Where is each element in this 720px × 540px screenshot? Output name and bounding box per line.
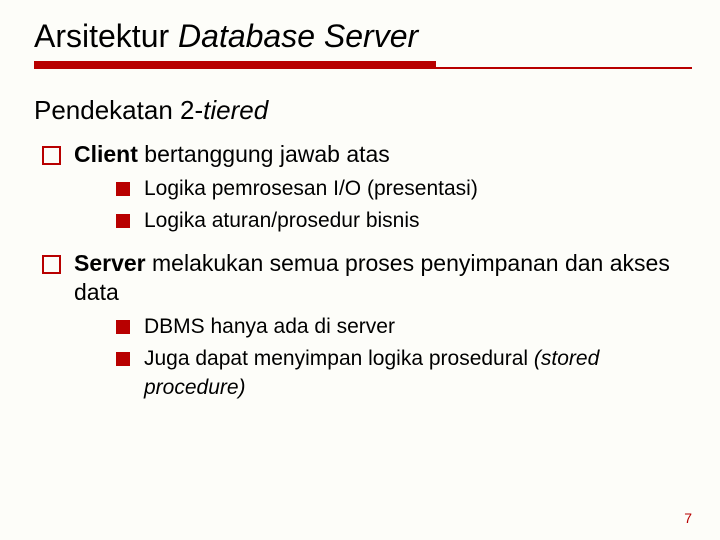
sub-bullet-text: Juga dapat menyimpan logika prosedural (… bbox=[144, 347, 599, 398]
subtitle-italic: tiered bbox=[203, 95, 268, 125]
bullet-list-level2: DBMS hanya ada di server Juga dapat meny… bbox=[116, 313, 686, 402]
title-italic: Database Server bbox=[178, 18, 418, 54]
bullet-list-level2: Logika pemrosesan I/O (presentasi) Logik… bbox=[116, 175, 686, 236]
subtitle-plain: Pendekatan 2- bbox=[34, 95, 203, 125]
sub-bullet-item: Logika aturan/prosedur bisnis bbox=[116, 207, 686, 235]
slide: Arsitektur Database Server Pendekatan 2-… bbox=[0, 0, 720, 402]
bullet-item: Server melakukan semua proses penyimpana… bbox=[42, 249, 686, 402]
bullet-item: Client bertanggung jawab atas Logika pem… bbox=[42, 140, 686, 235]
page-number: 7 bbox=[684, 510, 692, 526]
bullet-bold: Server bbox=[74, 250, 146, 276]
bullet-rest: bertanggung jawab atas bbox=[138, 141, 390, 167]
title-rule-thin bbox=[34, 67, 692, 69]
title-plain: Arsitektur bbox=[34, 18, 178, 54]
bullet-bold: Client bbox=[74, 141, 138, 167]
sub-bullet-item: Logika pemrosesan I/O (presentasi) bbox=[116, 175, 686, 203]
bullet-rest: melakukan semua proses penyimpanan dan a… bbox=[74, 250, 670, 305]
sub-bullet-item: Juga dapat menyimpan logika prosedural (… bbox=[116, 345, 686, 402]
slide-title: Arsitektur Database Server bbox=[34, 18, 686, 55]
slide-subtitle: Pendekatan 2-tiered bbox=[34, 95, 686, 126]
bullet-list-level1: Client bertanggung jawab atas Logika pem… bbox=[42, 140, 686, 402]
sub-bullet-item: DBMS hanya ada di server bbox=[116, 313, 686, 341]
